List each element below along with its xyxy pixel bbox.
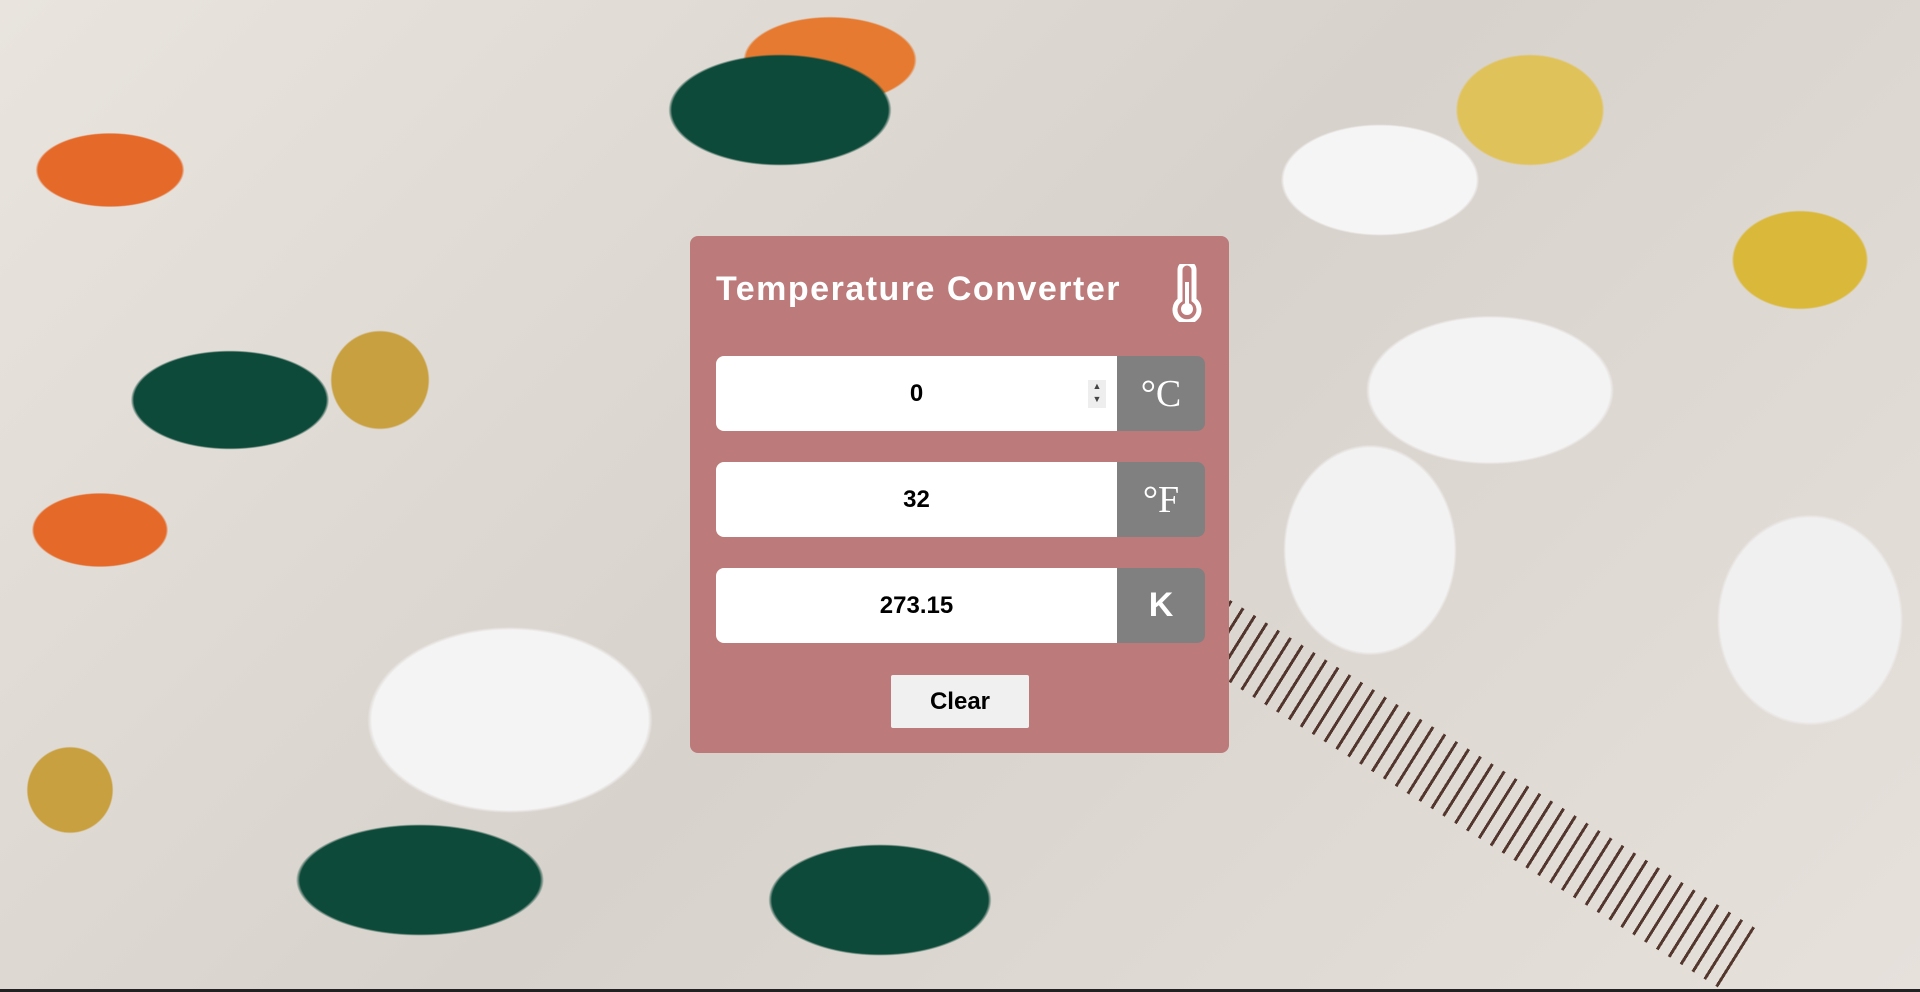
kelvin-unit-label: K <box>1117 568 1205 643</box>
celsius-row: ▲▼ °C <box>716 356 1205 431</box>
fahrenheit-unit-label: °F <box>1117 462 1205 537</box>
converter-card: Temperature Converter ▲▼ °C °F K Clear <box>690 236 1229 753</box>
kelvin-row: K <box>716 568 1205 643</box>
celsius-input[interactable] <box>716 356 1117 431</box>
clear-button[interactable]: Clear <box>891 675 1029 728</box>
number-spinner[interactable]: ▲ ▼ <box>1088 380 1106 408</box>
fahrenheit-row: °F <box>716 462 1205 537</box>
fahrenheit-input[interactable] <box>716 462 1117 537</box>
thermometer-icon <box>1172 264 1202 322</box>
page-title: Temperature Converter <box>716 270 1121 308</box>
celsius-unit-label: °C <box>1117 356 1205 431</box>
kelvin-input[interactable] <box>716 568 1117 643</box>
